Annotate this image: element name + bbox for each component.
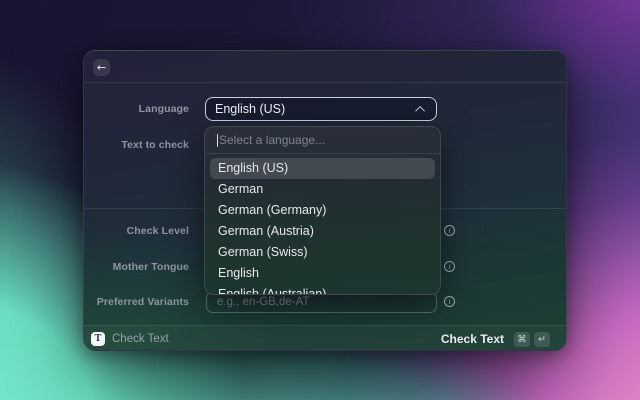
action-bar: T Check Text Check Text ⌘ ↵ bbox=[84, 325, 566, 350]
language-option[interactable]: German (Swiss) bbox=[210, 242, 435, 263]
desktop-background: ← Language English (US) Text to check Ch… bbox=[0, 0, 640, 400]
back-arrow-icon: ← bbox=[96, 61, 107, 74]
preferred-variants-info-icon[interactable]: i bbox=[444, 296, 455, 307]
text-cursor bbox=[217, 134, 218, 147]
language-search-input[interactable] bbox=[205, 127, 440, 153]
language-label: Language bbox=[138, 103, 189, 115]
language-option[interactable]: English bbox=[210, 263, 435, 284]
language-select-value: English (US) bbox=[215, 102, 286, 116]
language-option[interactable]: German bbox=[210, 179, 435, 200]
action-bar-left: T Check Text bbox=[91, 332, 169, 346]
window-header: ← bbox=[84, 51, 566, 83]
language-select[interactable]: English (US) bbox=[205, 97, 437, 121]
language-option[interactable]: English (US) bbox=[210, 158, 435, 179]
primary-action-button[interactable]: Check Text bbox=[441, 332, 504, 346]
command-title: Check Text bbox=[112, 333, 169, 345]
check-text-window: ← Language English (US) Text to check Ch… bbox=[83, 50, 567, 351]
language-option[interactable]: German (Austria) bbox=[210, 221, 435, 242]
action-bar-right: Check Text ⌘ ↵ bbox=[441, 331, 550, 347]
language-option-list: English (US) German German (Germany) Ger… bbox=[205, 154, 440, 294]
language-dropdown-panel: English (US) German German (Germany) Ger… bbox=[204, 126, 441, 295]
language-option[interactable]: German (Germany) bbox=[210, 200, 435, 221]
command-key-icon: ⌘ bbox=[514, 331, 530, 347]
language-option[interactable]: English (Australian) bbox=[210, 284, 435, 294]
check-level-info-icon[interactable]: i bbox=[444, 225, 455, 236]
preferred-variants-label: Preferred Variants bbox=[96, 296, 189, 308]
language-search bbox=[205, 127, 440, 154]
return-key-icon: ↵ bbox=[534, 331, 550, 347]
check-level-label: Check Level bbox=[126, 225, 189, 237]
mother-tongue-label: Mother Tongue bbox=[112, 261, 189, 273]
back-button[interactable]: ← bbox=[93, 59, 110, 76]
languagetool-app-icon: T bbox=[91, 332, 105, 346]
mother-tongue-info-icon[interactable]: i bbox=[444, 261, 455, 272]
text-to-check-label: Text to check bbox=[121, 139, 189, 151]
